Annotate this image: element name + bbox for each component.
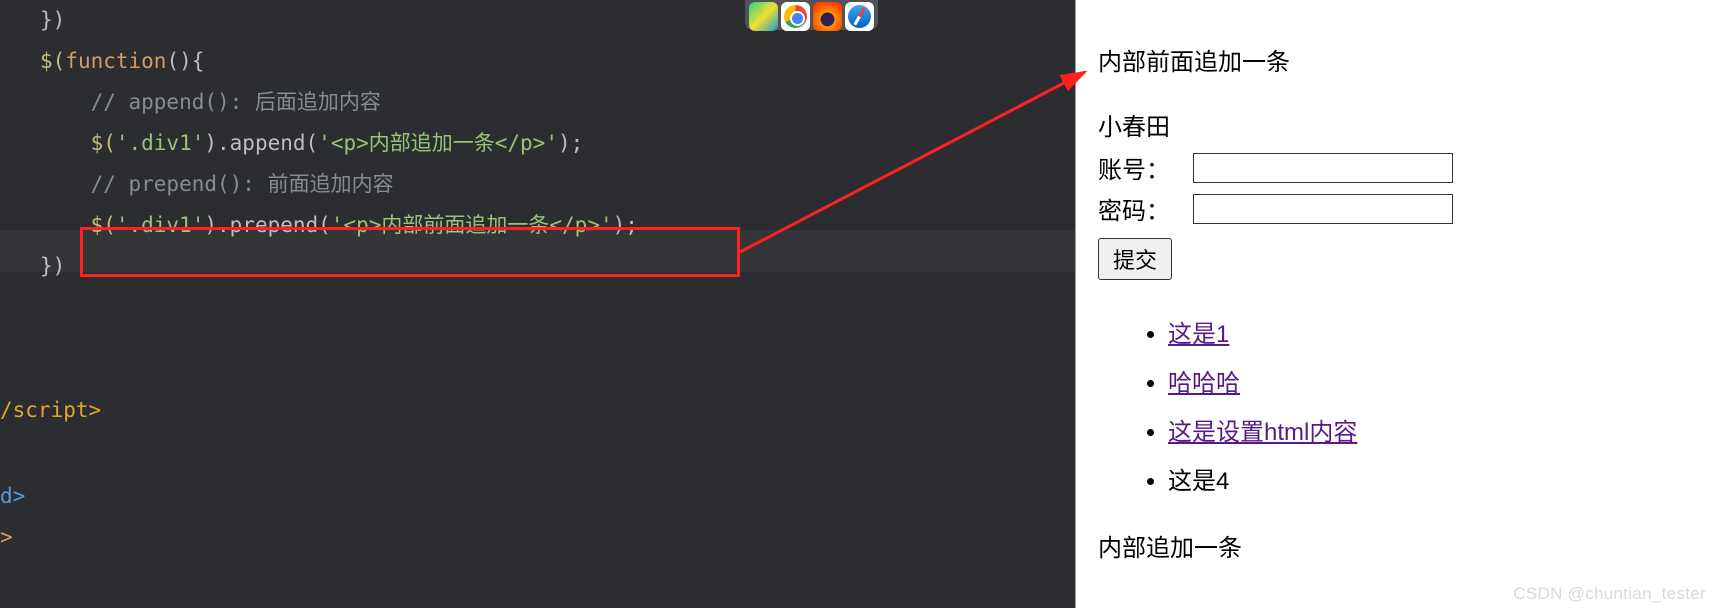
prepend-result-text: 内部前面追加一条 — [1098, 42, 1692, 77]
pycharm-icon[interactable] — [749, 2, 778, 31]
code-line: }) — [40, 0, 1075, 41]
link-item-1[interactable]: 这是1 — [1168, 321, 1229, 348]
code-line: > — [0, 517, 25, 558]
macos-dock — [745, 0, 878, 30]
account-row: 账号： — [1098, 150, 1692, 185]
watermark-text: CSDN @chuntian_tester — [1513, 584, 1706, 604]
code-line: $(function(){ — [40, 41, 1075, 82]
list-item: 这是设置html内容 — [1168, 412, 1692, 447]
code-line: d> — [0, 476, 25, 517]
list-item: 这是1 — [1168, 314, 1692, 349]
code-line: // prepend(): 前面追加内容 — [40, 164, 1075, 205]
browser-output-pane: 内部前面追加一条 小春田 账号： 密码： 提交 这是1 哈哈哈 这是设置html… — [1075, 0, 1714, 608]
list-item: 哈哈哈 — [1168, 363, 1692, 398]
firefox-icon[interactable] — [813, 2, 842, 31]
append-result-text: 内部追加一条 — [1098, 528, 1692, 563]
account-label: 账号： — [1098, 150, 1193, 185]
list-item-plain: 这是4 — [1168, 461, 1692, 496]
password-row: 密码： — [1098, 191, 1692, 226]
form-title: 小春田 — [1098, 107, 1692, 142]
link-list: 这是1 哈哈哈 这是设置html内容 这是4 — [1098, 314, 1692, 496]
account-input[interactable] — [1193, 153, 1453, 183]
code-line: // append(): 后面追加内容 — [40, 82, 1075, 123]
code-line: $('.div1').append('<p>内部追加一条</p>'); — [40, 123, 1075, 164]
password-label: 密码： — [1098, 191, 1193, 226]
editor-current-line-highlight — [0, 230, 1075, 272]
root: }) $(function(){ // append(): 后面追加内容 $('… — [0, 0, 1714, 608]
link-item-2[interactable]: 哈哈哈 — [1168, 370, 1240, 397]
code-line: /script> — [0, 390, 101, 431]
submit-button[interactable]: 提交 — [1098, 238, 1172, 280]
link-item-3[interactable]: 这是设置html内容 — [1168, 419, 1357, 446]
safari-icon[interactable] — [845, 2, 874, 31]
password-input[interactable] — [1193, 194, 1453, 224]
code-editor-pane: }) $(function(){ // append(): 后面追加内容 $('… — [0, 0, 1075, 608]
chrome-icon[interactable] — [781, 2, 810, 31]
